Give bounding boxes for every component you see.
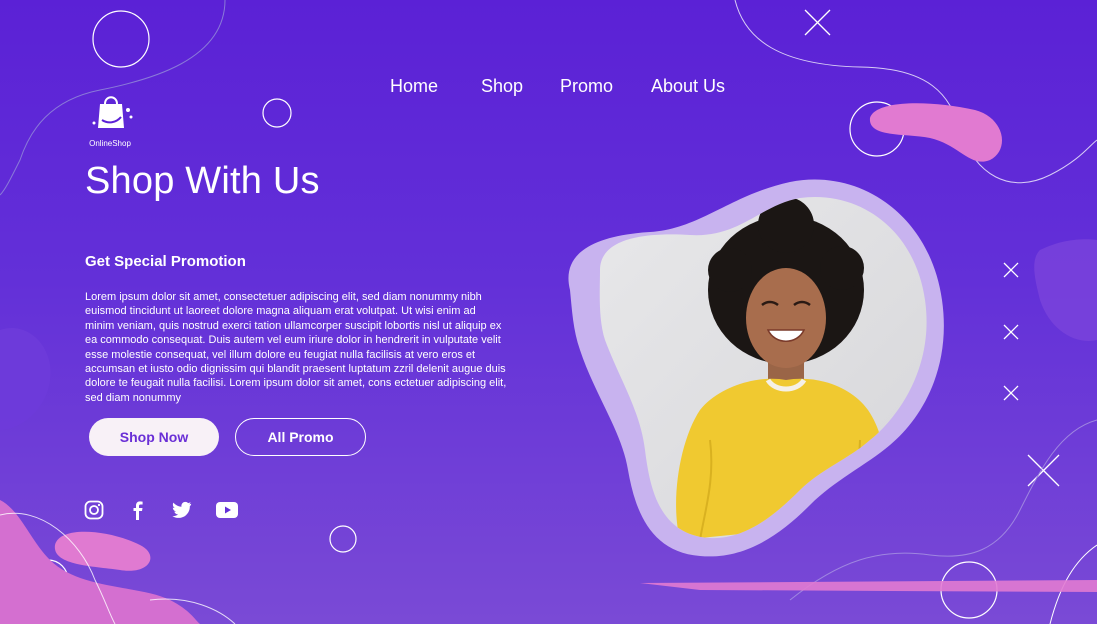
- hero-photo: [568, 179, 944, 557]
- landing-page: OnlineShop Home Shop Promo About Us Shop…: [0, 0, 1097, 624]
